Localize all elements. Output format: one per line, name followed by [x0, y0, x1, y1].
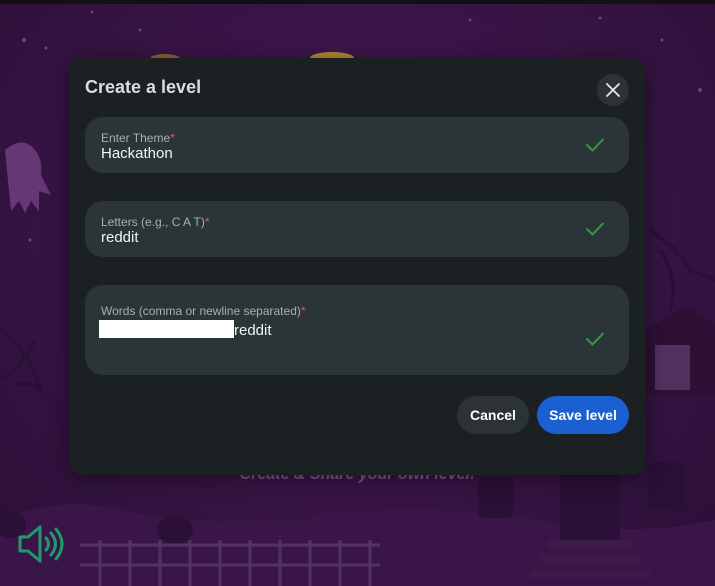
- close-icon: [606, 83, 620, 97]
- required-mark: *: [300, 304, 306, 318]
- letters-field[interactable]: Letters (e.g., C A T)* reddit: [85, 201, 629, 257]
- speaker-volume-icon[interactable]: [16, 520, 66, 568]
- words-text: reddit: [234, 322, 272, 339]
- required-mark: *: [170, 131, 175, 145]
- game-background: Create & Share your own level! Create a …: [0, 0, 715, 586]
- check-icon: [586, 138, 604, 152]
- words-field[interactable]: Words (comma or newline separated)* redd…: [85, 285, 629, 375]
- theme-field-label: Enter Theme*: [101, 131, 175, 145]
- words-textarea[interactable]: reddit: [99, 320, 272, 339]
- create-level-dialog: Create a level Enter Theme* Hackathon Le…: [69, 58, 645, 475]
- close-button[interactable]: [597, 74, 629, 106]
- theme-input[interactable]: Hackathon: [101, 145, 173, 162]
- save-level-button[interactable]: Save level: [537, 396, 629, 434]
- check-icon: [586, 332, 604, 346]
- dialog-title: Create a level: [85, 77, 202, 97]
- theme-field[interactable]: Enter Theme* Hackathon: [85, 117, 629, 173]
- required-mark: *: [204, 215, 210, 229]
- words-field-label: Words (comma or newline separated)*: [101, 304, 306, 318]
- redacted-block: [99, 320, 234, 338]
- check-icon: [586, 222, 604, 236]
- letters-field-label: Letters (e.g., C A T)*: [101, 215, 210, 229]
- cancel-button[interactable]: Cancel: [457, 396, 529, 434]
- letters-input[interactable]: reddit: [101, 229, 139, 246]
